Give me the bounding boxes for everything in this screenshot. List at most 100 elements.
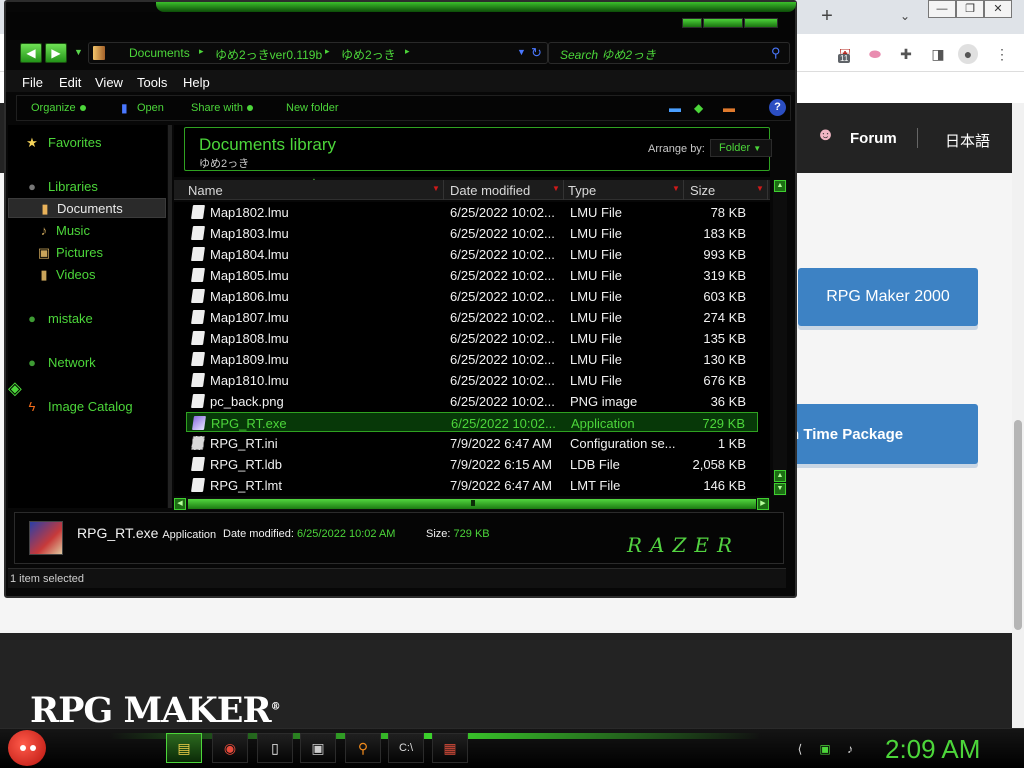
refresh-icon[interactable]: ↻ bbox=[531, 45, 542, 61]
extensions-puzzle-icon[interactable]: ✚ bbox=[896, 44, 916, 64]
view-dropdown-icon[interactable]: ◆ bbox=[694, 101, 703, 115]
explorer-maximize-button[interactable] bbox=[703, 18, 743, 28]
tray-volume-icon[interactable]: ♪ bbox=[842, 741, 858, 757]
restore-button[interactable]: ❐ bbox=[956, 0, 984, 18]
menu-tools[interactable]: Tools bbox=[137, 75, 167, 90]
start-button[interactable] bbox=[8, 730, 46, 766]
taskbar-monitor-icon[interactable]: ▣ bbox=[300, 733, 336, 763]
side-panel-icon[interactable]: ◨ bbox=[928, 44, 948, 64]
preview-pane-icon[interactable]: ▬ bbox=[723, 101, 735, 115]
breadcrumb-separator-icon[interactable]: ▸ bbox=[405, 46, 410, 57]
scroll-up-icon[interactable]: ▲ bbox=[774, 180, 786, 192]
horizontal-scrollbar[interactable]: ◀ ▶ bbox=[174, 498, 770, 510]
vertical-scrollbar[interactable]: ▲ ▲ ▼ bbox=[773, 180, 787, 496]
view-options-icon[interactable]: ▬ bbox=[669, 101, 681, 115]
breadcrumb-separator-icon[interactable]: ▸ bbox=[199, 46, 204, 57]
minimize-button[interactable]: — bbox=[928, 0, 956, 18]
file-row-selected[interactable]: RPG_RT.exe 6/25/2022 10:02... Application 7… bbox=[186, 412, 758, 432]
tray-show-hidden-icon[interactable]: ⟨ bbox=[792, 741, 808, 757]
scroll-up-icon[interactable]: ▲ bbox=[774, 470, 786, 482]
file-row[interactable]: pc_back.png 6/25/2022 10:02... PNG image 36… bbox=[186, 391, 758, 411]
file-row[interactable]: Map1807.lmu 6/25/2022 10:02... LMU File 274… bbox=[186, 307, 758, 327]
menu-view[interactable]: View bbox=[95, 75, 123, 90]
title-bar[interactable] bbox=[6, 12, 795, 40]
search-input[interactable]: Search ゆめ2っき bbox=[560, 46, 656, 63]
more-menu-icon[interactable]: ⋮ bbox=[992, 44, 1012, 64]
breadcrumb-documents[interactable]: Documents bbox=[129, 46, 190, 60]
nav-favorites[interactable]: ★ Favorites bbox=[8, 133, 166, 153]
organize-button[interactable]: Organize bbox=[31, 102, 86, 114]
column-size[interactable]: Size ▼ bbox=[676, 180, 768, 200]
taskbar-chrome-icon[interactable]: ◉ bbox=[212, 733, 248, 763]
search-box[interactable]: Search ゆめ2っき ⚲ bbox=[548, 42, 790, 64]
pane-splitter[interactable] bbox=[168, 125, 172, 508]
explorer-minimize-button[interactable] bbox=[682, 18, 702, 28]
file-row[interactable]: Map1804.lmu 6/25/2022 10:02... LMU File 993… bbox=[186, 244, 758, 264]
taskbar-clock[interactable]: 2:09 AM bbox=[885, 734, 980, 765]
star-icon: ★ bbox=[26, 135, 38, 150]
nav-pictures[interactable]: ▣ Pictures bbox=[8, 243, 166, 263]
address-bar[interactable]: Documents ▸ ゆめ2っきver0.119b ▸ ゆめ2っき ▸ ▼ ↻ bbox=[88, 42, 548, 64]
tab-search-button[interactable]: ⌄ bbox=[895, 6, 915, 26]
file-row[interactable]: RPG_RT.lmt 7/9/2022 6:47 AM LMT File 146 KB bbox=[186, 475, 758, 495]
arrange-by-dropdown[interactable]: Folder ▼ bbox=[710, 139, 772, 157]
column-date-modified[interactable]: Date modified ▼ bbox=[436, 180, 564, 200]
file-row[interactable]: Map1802.lmu 6/25/2022 10:02... LMU File 78 … bbox=[186, 202, 758, 222]
scroll-down-icon[interactable]: ▼ bbox=[774, 483, 786, 495]
tray-battery-icon[interactable]: ▣ bbox=[817, 741, 833, 757]
floating-gadget-icon[interactable]: ◈ bbox=[8, 378, 34, 404]
menu-help[interactable]: Help bbox=[183, 75, 210, 90]
taskbar-app-icon[interactable]: ▦ bbox=[432, 733, 468, 763]
nav-videos[interactable]: ▮ Videos bbox=[8, 265, 166, 285]
file-row[interactable]: RPG_RT.ldb 7/9/2022 6:15 AM LDB File 2,058 … bbox=[186, 454, 758, 474]
extension-flag-icon[interactable]: ⬬ bbox=[865, 44, 885, 64]
file-row[interactable]: Map1808.lmu 6/25/2022 10:02... LMU File 135… bbox=[186, 328, 758, 348]
menu-file[interactable]: File bbox=[22, 75, 43, 90]
column-type[interactable]: Type ▼ bbox=[554, 180, 684, 200]
scroll-left-icon[interactable]: ◀ bbox=[174, 498, 186, 510]
new-folder-button[interactable]: New folder bbox=[286, 102, 339, 114]
file-row[interactable]: Map1809.lmu 6/25/2022 10:02... LMU File 130… bbox=[186, 349, 758, 369]
close-browser-button[interactable]: ✕ bbox=[984, 0, 1012, 18]
column-name[interactable]: Name ▼ bbox=[174, 180, 444, 200]
share-with-button[interactable]: Share with bbox=[191, 102, 253, 114]
page-scrollbar[interactable] bbox=[1012, 103, 1024, 733]
rpg-maker-2000-button[interactable]: RPG Maker 2000 bbox=[798, 268, 978, 326]
help-icon[interactable]: ? bbox=[769, 99, 786, 116]
breadcrumb-current[interactable]: ゆめ2っき bbox=[341, 46, 396, 63]
file-row[interactable]: Map1803.lmu 6/25/2022 10:02... LMU File 183… bbox=[186, 223, 758, 243]
address-dropdown-icon[interactable]: ▼ bbox=[517, 47, 526, 57]
search-icon[interactable]: ⚲ bbox=[771, 45, 781, 61]
file-row[interactable]: RPG_RT.ini 7/9/2022 6:47 AM Configuration … bbox=[186, 433, 758, 453]
file-row[interactable]: Map1806.lmu 6/25/2022 10:02... LMU File 603… bbox=[186, 286, 758, 306]
taskbar-terminal-icon[interactable]: C:\ bbox=[388, 733, 424, 763]
column-filter-icon[interactable]: ▼ bbox=[756, 184, 764, 193]
taskbar-explorer-icon[interactable]: ▤ bbox=[166, 733, 202, 763]
recent-pages-dropdown-icon[interactable]: ▼ bbox=[74, 47, 83, 57]
taskbar-notepad-icon[interactable]: ▯ bbox=[257, 733, 293, 763]
file-row[interactable]: Map1805.lmu 6/25/2022 10:02... LMU File 319… bbox=[186, 265, 758, 285]
back-button[interactable]: ◀ bbox=[20, 43, 42, 63]
breadcrumb-separator-icon[interactable]: ▸ bbox=[325, 46, 330, 57]
profile-avatar-icon[interactable]: ● bbox=[958, 44, 978, 64]
breadcrumb-version[interactable]: ゆめ2っきver0.119b bbox=[215, 46, 322, 63]
nav-homegroup[interactable]: ● mistake bbox=[8, 309, 166, 329]
nav-network[interactable]: ● Network bbox=[8, 353, 166, 373]
open-button[interactable]: Open bbox=[137, 102, 164, 114]
runtime-package-button[interactable]: n Time Package bbox=[770, 404, 978, 464]
explorer-close-button[interactable] bbox=[744, 18, 778, 28]
nav-documents[interactable]: ▮ Documents bbox=[8, 198, 166, 218]
menu-edit[interactable]: Edit bbox=[59, 75, 81, 90]
nav-libraries[interactable]: ● Libraries bbox=[8, 177, 166, 197]
taskbar-search-icon[interactable]: ⚲ bbox=[345, 733, 381, 763]
forward-button[interactable]: ▶ bbox=[45, 43, 67, 63]
title-glow-strip bbox=[156, 2, 796, 12]
nav-music[interactable]: ♪ Music bbox=[8, 221, 166, 241]
language-link[interactable]: 日本語 bbox=[945, 130, 990, 151]
file-row[interactable]: Map1810.lmu 6/25/2022 10:02... LMU File 676… bbox=[186, 370, 758, 390]
forum-link[interactable]: Forum bbox=[850, 130, 897, 147]
new-tab-button[interactable]: + bbox=[815, 4, 839, 28]
page-scroll-thumb[interactable] bbox=[1014, 420, 1022, 630]
scroll-right-icon[interactable]: ▶ bbox=[757, 498, 769, 510]
videos-icon: ▮ bbox=[40, 267, 48, 282]
